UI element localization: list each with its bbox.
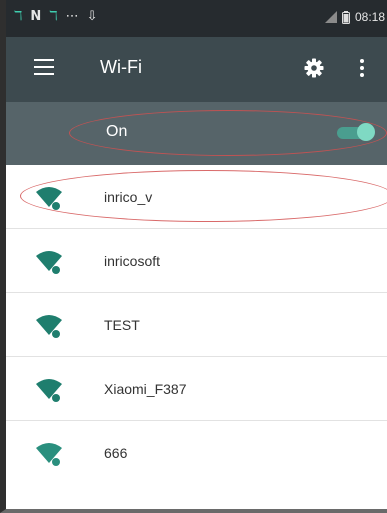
menu-icon[interactable]: [34, 59, 54, 75]
wifi-toggle-switch[interactable]: [337, 123, 375, 141]
network-row[interactable]: inricosoft: [6, 229, 387, 293]
more-options-icon[interactable]: [358, 58, 366, 78]
switch-thumb: [357, 123, 375, 141]
wifi-signal-icon: [36, 251, 62, 274]
wifi-toggle-row[interactable]: On: [6, 102, 387, 165]
n-icon: N: [30, 9, 42, 24]
ellipsis-icon: ⋯: [65, 9, 79, 24]
status-left-icons: ℸ N ℸ ⋯ ⇩: [14, 8, 98, 26]
annotation-ellipse: [20, 170, 387, 222]
wifi-signal-icon: [36, 443, 62, 466]
signal-icon: [324, 11, 337, 23]
network-row[interactable]: inrico_v: [6, 165, 387, 229]
network-row[interactable]: TEST: [6, 293, 387, 357]
wifi-toggle-label: On: [106, 123, 128, 140]
wifi-signal-icon: [36, 187, 62, 210]
wifi-signal-icon: [36, 379, 62, 402]
network-icon: ℸ: [14, 9, 23, 24]
network-name: Xiaomi_F387: [104, 381, 187, 397]
app-toolbar: Wi-Fi: [6, 37, 387, 102]
network-list: inrico_v inricosoft TEST Xiaomi_F387 666: [6, 165, 387, 485]
status-right-icons: 08:18: [324, 8, 385, 26]
network-name: inrico_v: [104, 189, 153, 205]
network-icon: ℸ: [49, 9, 58, 24]
wifi-signal-icon: [36, 315, 62, 338]
battery-icon: [341, 10, 350, 24]
network-name: inricosoft: [104, 253, 161, 269]
page-title: Wi-Fi: [100, 57, 142, 77]
android-device-screen: ℸ N ℸ ⋯ ⇩ 08:18 Wi-Fi On inrico_v inrico…: [0, 0, 387, 513]
network-name: TEST: [104, 317, 140, 333]
status-bar: ℸ N ℸ ⋯ ⇩ 08:18: [6, 0, 387, 37]
download-icon: ⇩: [86, 9, 98, 24]
network-row[interactable]: Xiaomi_F387: [6, 357, 387, 421]
network-name: 666: [104, 445, 128, 461]
network-row[interactable]: 666: [6, 421, 387, 485]
status-time: 08:18: [354, 10, 385, 24]
gear-icon[interactable]: [304, 58, 324, 78]
